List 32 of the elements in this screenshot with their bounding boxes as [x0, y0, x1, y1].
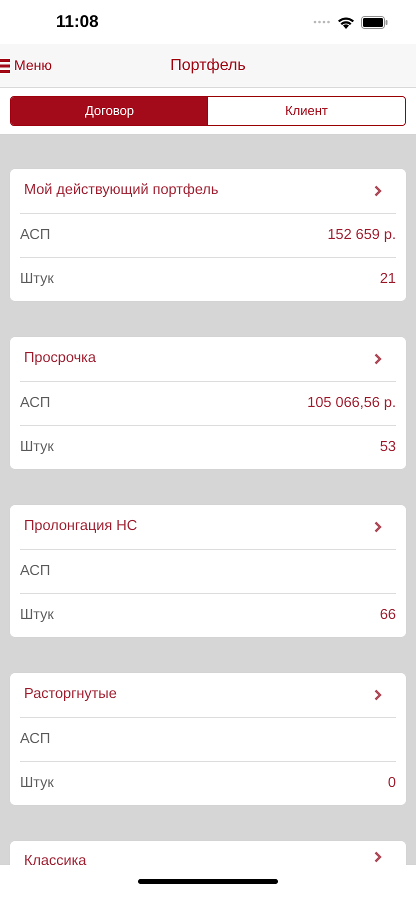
row-label: Штук	[20, 270, 54, 289]
card-title[interactable]: Мой действующий портфель	[24, 180, 218, 202]
row-value: 152 659 р.	[327, 226, 396, 245]
screen-title: Портфель	[170, 56, 246, 76]
card-title[interactable]: Пролонгация НС	[24, 516, 138, 538]
row-label: Штук	[20, 606, 54, 625]
signal-icon	[313, 20, 331, 24]
row-label: АСП	[20, 730, 50, 749]
row-label: Штук	[20, 438, 54, 457]
row-label: АСП	[20, 394, 50, 413]
wifi-icon	[337, 16, 355, 28]
row-value: 53	[380, 438, 396, 457]
chevron-right-icon[interactable]	[374, 185, 382, 197]
card-title[interactable]: Классика	[24, 851, 86, 865]
row-label: Штук	[20, 774, 54, 793]
battery-icon	[361, 16, 388, 28]
chevron-right-icon[interactable]	[374, 353, 382, 365]
status-time: 11:08	[56, 11, 99, 34]
row-value: 21	[380, 270, 396, 289]
card-title[interactable]: Расторгнутые	[24, 684, 117, 706]
chevron-right-icon[interactable]	[374, 851, 382, 863]
row-value: 105 066,56 р.	[307, 394, 396, 413]
row-label: АСП	[20, 226, 50, 245]
menu-icon	[0, 58, 10, 72]
chevron-right-icon[interactable]	[374, 521, 382, 533]
row-value: 0	[388, 774, 396, 793]
menu-button[interactable]: Меню	[0, 44, 52, 87]
card-title[interactable]: Просрочка	[24, 348, 96, 370]
chevron-right-icon[interactable]	[374, 689, 382, 701]
segment-tab[interactable]: Договор	[11, 97, 208, 125]
row-value: 66	[380, 606, 396, 625]
row-label: АСП	[20, 562, 50, 581]
